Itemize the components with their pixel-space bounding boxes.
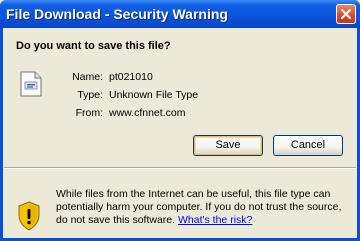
title-bar[interactable]: File Download - Security Warning bbox=[0, 0, 360, 28]
save-question: Do you want to save this file? bbox=[16, 40, 171, 52]
file-name-row: Name: pt021010 bbox=[3, 71, 357, 84]
shield-warning-icon bbox=[18, 201, 40, 231]
window-title: File Download - Security Warning bbox=[6, 6, 228, 22]
from-value: www.cfnnet.com bbox=[109, 107, 186, 119]
cancel-button[interactable]: Cancel bbox=[273, 135, 343, 156]
dialog-body: Do you want to save this file? Name: pt0… bbox=[3, 28, 357, 238]
name-label: Name: bbox=[72, 71, 103, 83]
type-value: Unknown File Type bbox=[109, 89, 199, 101]
file-from-row: From: www.cfnnet.com bbox=[3, 107, 357, 120]
name-value: pt021010 bbox=[109, 71, 153, 83]
close-button[interactable] bbox=[336, 4, 356, 24]
from-label: From: bbox=[75, 107, 103, 119]
whats-the-risk-link[interactable]: What's the risk? bbox=[178, 214, 252, 226]
close-icon bbox=[341, 9, 351, 19]
warning-text: While files from the Internet can be use… bbox=[56, 188, 352, 227]
security-warning-dialog: File Download - Security Warning Do you … bbox=[0, 0, 360, 241]
type-label: Type: bbox=[77, 89, 103, 101]
warning-section: While files from the Internet can be use… bbox=[3, 169, 357, 238]
file-type-row: Type: Unknown File Type bbox=[3, 89, 357, 102]
save-button[interactable]: Save bbox=[193, 135, 263, 156]
